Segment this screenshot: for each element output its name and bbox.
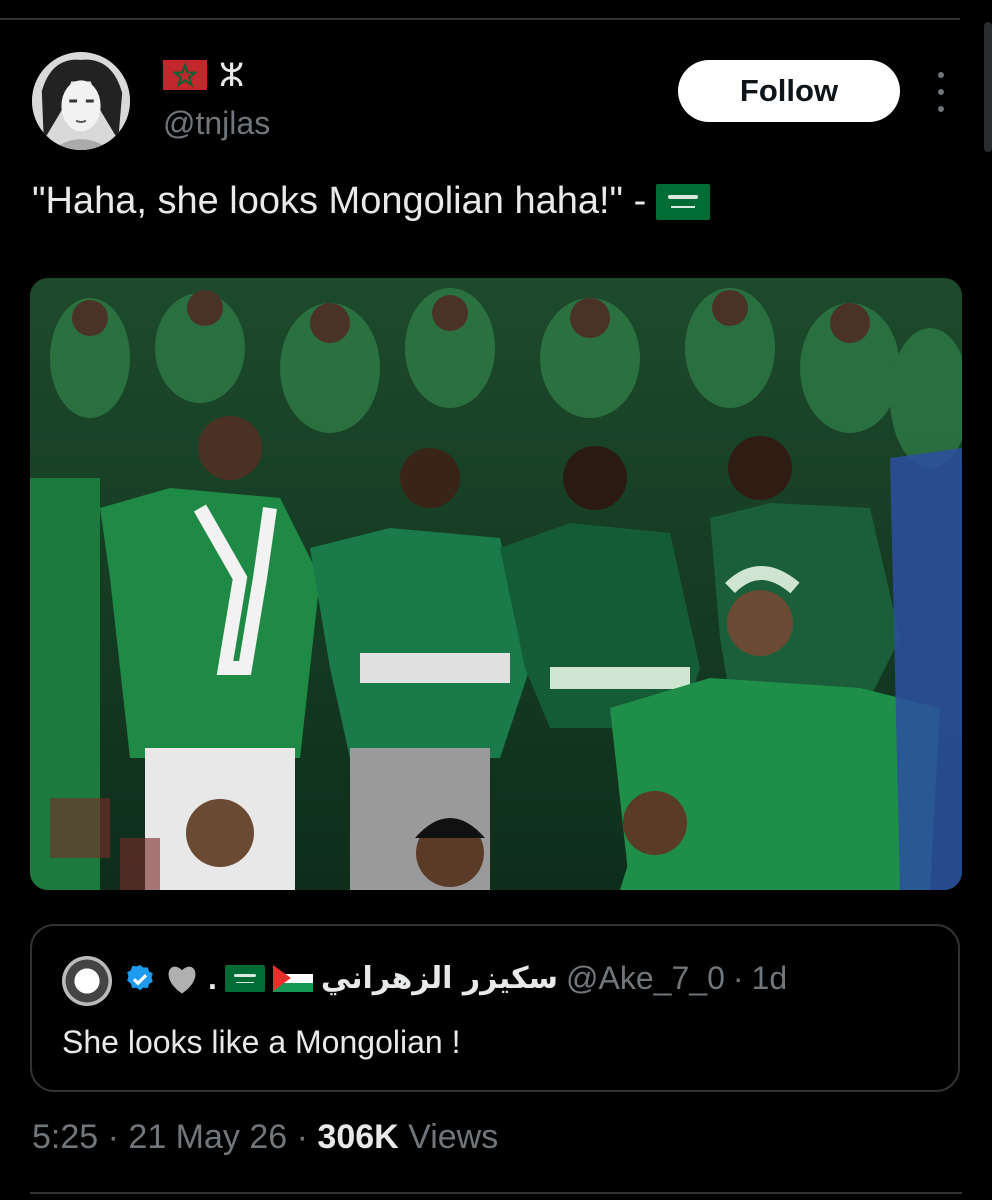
- saudi-flag-icon: [224, 965, 265, 992]
- morocco-flag-icon: [163, 60, 207, 90]
- views-count: 306K: [317, 1118, 399, 1156]
- tweet-photo[interactable]: [30, 278, 962, 890]
- tweet-meta: 5:25 · 21 May 26 · 306K Views: [32, 1118, 498, 1157]
- follow-button[interactable]: Follow: [678, 60, 900, 122]
- quoted-separator: ·: [732, 960, 744, 996]
- author-handle[interactable]: @tnjlas: [163, 105, 270, 142]
- more-options-icon[interactable]: [930, 72, 952, 112]
- fans-photo-illustration: [30, 278, 962, 890]
- verified-badge-icon: [127, 964, 153, 990]
- grey-heart-icon: [168, 966, 196, 994]
- meta-separator: ·: [296, 1118, 308, 1156]
- avatar-illustration: [32, 52, 130, 150]
- quoted-author-avatar[interactable]: [62, 956, 112, 1006]
- quoted-author-name[interactable]: سكيزر الزهراني: [321, 961, 558, 996]
- top-divider: [0, 18, 960, 20]
- author-avatar[interactable]: [32, 52, 130, 150]
- meta-separator: ·: [107, 1118, 119, 1156]
- tweet-text: "Haha, she looks Mongolian haha!" -: [32, 180, 711, 223]
- tweet-date[interactable]: 21 May 26: [128, 1118, 287, 1156]
- views-label: Views: [408, 1118, 499, 1156]
- amazigh-symbol: ⵣ: [219, 56, 245, 94]
- palestine-flag-icon: [272, 965, 313, 992]
- quoted-author-handle[interactable]: @Ake_7_0: [566, 960, 725, 997]
- tweet-text-content: "Haha, she looks Mongolian haha!" -: [32, 180, 647, 222]
- saudi-flag-icon: [656, 183, 711, 220]
- tweet-time[interactable]: 5:25: [32, 1118, 98, 1156]
- quoted-author-row: . سكيزر الزهراني @Ake_7_0 · 1d: [124, 960, 787, 997]
- author-name-row: ⵣ: [163, 56, 245, 94]
- bottom-divider: [30, 1192, 962, 1194]
- scrollbar[interactable]: [984, 22, 992, 152]
- quoted-name-dot: .: [208, 960, 217, 996]
- quoted-timestamp[interactable]: 1d: [752, 960, 788, 997]
- quoted-tweet[interactable]: . سكيزر الزهراني @Ake_7_0 · 1d She looks…: [30, 924, 960, 1092]
- quoted-tweet-text: She looks like a Mongolian !: [62, 1024, 461, 1060]
